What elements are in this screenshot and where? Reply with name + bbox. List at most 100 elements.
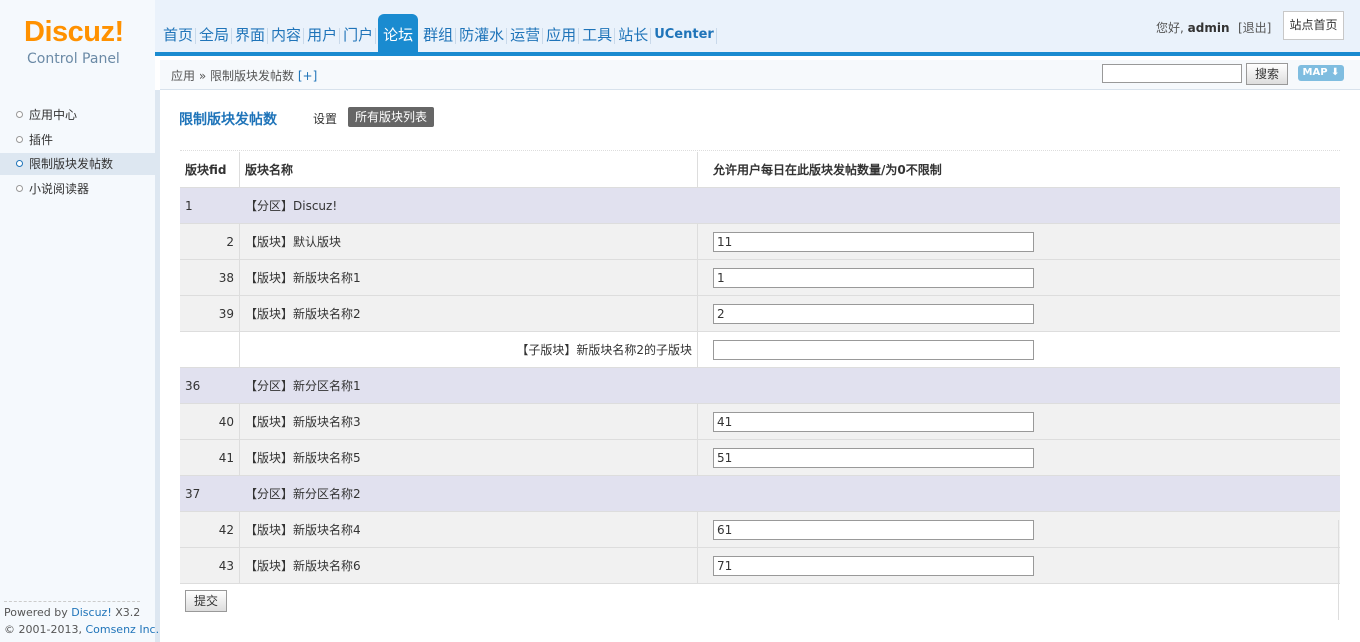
nav-operation[interactable]: 运营 bbox=[507, 14, 544, 52]
nav-home[interactable]: 首页 bbox=[160, 14, 197, 52]
cell-fid bbox=[180, 332, 240, 367]
cell-limit bbox=[698, 332, 1340, 367]
bullet-icon bbox=[16, 111, 23, 118]
cell-fid: 40 bbox=[180, 404, 240, 439]
table-header: 版块fid 版块名称 允许用户每日在此版块发帖数量/为0不限制 bbox=[180, 152, 1340, 188]
bullet-icon bbox=[16, 160, 23, 167]
table-row: 40 【版块】新版块名称3 41 bbox=[180, 404, 1340, 440]
cell-fid: 41 bbox=[180, 440, 240, 475]
nav-portal[interactable]: 门户 bbox=[340, 14, 377, 52]
cell-fid: 2 bbox=[180, 224, 240, 259]
cell-limit: 61 bbox=[698, 512, 1340, 547]
nav-ucenter[interactable]: UCenter bbox=[651, 14, 717, 52]
main-nav: 首页 全局 界面 内容 用户 门户 论坛 群组 防灌水 运营 应用 工具 站长 … bbox=[160, 14, 717, 52]
search-input[interactable] bbox=[1102, 64, 1242, 83]
cell-name: 【版块】新版块名称1 bbox=[240, 260, 698, 295]
cell-limit: 11 bbox=[698, 224, 1340, 259]
table-row-group: 1 【分区】Discuz! bbox=[180, 188, 1340, 224]
post-limit-input[interactable]: 71 bbox=[713, 556, 1034, 576]
cell-name: 【版块】默认版块 bbox=[240, 224, 698, 259]
nav-tools[interactable]: 工具 bbox=[579, 14, 616, 52]
sidebar-item-label: 应用中心 bbox=[29, 108, 78, 122]
cell-fid: 36 bbox=[185, 379, 201, 393]
cell-fid: 39 bbox=[180, 296, 240, 331]
table-row: 38 【版块】新版块名称1 1 bbox=[180, 260, 1340, 296]
copyright-text: © 2001-2013, bbox=[4, 623, 86, 636]
sidebar-footer: Powered by Discuz! X3.2 © 2001-2013, Com… bbox=[4, 604, 159, 638]
breadcrumb-separator: » bbox=[198, 69, 207, 83]
post-limit-input[interactable]: 61 bbox=[713, 520, 1034, 540]
page-title: 限制版块发帖数 bbox=[179, 112, 277, 128]
cell-name: 【版块】新版块名称6 bbox=[240, 548, 698, 583]
post-limit-input[interactable]: 41 bbox=[713, 412, 1034, 432]
cell-fid: 38 bbox=[180, 260, 240, 295]
version-text: X3.2 bbox=[111, 606, 141, 619]
post-limit-input[interactable]: 2 bbox=[713, 304, 1034, 324]
site-home-button[interactable]: 站点首页 bbox=[1283, 11, 1344, 40]
post-limit-input[interactable] bbox=[713, 340, 1034, 360]
nav-interface[interactable]: 界面 bbox=[232, 14, 269, 52]
cell-limit bbox=[698, 368, 1340, 403]
nav-apps[interactable]: 应用 bbox=[543, 14, 580, 52]
header-fid: 版块fid bbox=[180, 152, 240, 187]
post-limit-input[interactable]: 1 bbox=[713, 268, 1034, 288]
forum-limit-table: 版块fid 版块名称 允许用户每日在此版块发帖数量/为0不限制 1 【分区】Dis… bbox=[180, 152, 1340, 584]
header-limit: 允许用户每日在此版块发帖数量/为0不限制 bbox=[713, 163, 942, 177]
main-content: 限制版块发帖数 设置 所有版块列表 版块fid 版块名称 允许用户每日在此版块发… bbox=[160, 90, 1360, 642]
sidebar-item-plugins[interactable]: 插件 bbox=[0, 129, 155, 151]
logo-subtitle: Control Panel bbox=[27, 51, 120, 67]
sidebar-item-post-limit[interactable]: 限制版块发帖数 bbox=[0, 153, 155, 175]
nav-content[interactable]: 内容 bbox=[268, 14, 305, 52]
powered-by-text: Powered by bbox=[4, 606, 72, 619]
cell-name: 【版块】新版块名称5 bbox=[240, 440, 698, 475]
breadcrumb-root[interactable]: 应用 bbox=[171, 69, 195, 83]
sidebar-item-novel-reader[interactable]: 小说阅读器 bbox=[0, 178, 155, 200]
cell-fid: 1 bbox=[185, 199, 193, 213]
nav-antispam[interactable]: 防灌水 bbox=[456, 14, 508, 52]
user-greeting: 您好, admin bbox=[1156, 19, 1230, 36]
sidebar-item-app-center[interactable]: 应用中心 bbox=[0, 104, 155, 126]
table-row: 39 【版块】新版块名称2 2 bbox=[180, 296, 1340, 332]
nav-founder[interactable]: 站长 bbox=[615, 14, 652, 52]
nav-groups[interactable]: 群组 bbox=[420, 14, 457, 52]
table-row: 42 【版块】新版块名称4 61 bbox=[180, 512, 1340, 548]
table-border bbox=[1338, 520, 1339, 620]
cell-name: 【分区】Discuz! bbox=[245, 199, 338, 213]
post-limit-input[interactable]: 51 bbox=[713, 448, 1034, 468]
top-header: Discuz! Control Panel 首页 全局 界面 内容 用户 门户 … bbox=[0, 0, 1360, 90]
discuz-link[interactable]: Discuz! bbox=[71, 606, 111, 619]
table-row: 41 【版块】新版块名称5 51 bbox=[180, 440, 1340, 476]
sub-bar: 应用 » 限制版块发帖数 [+] 搜索 MAP ⬇ bbox=[160, 60, 1360, 90]
table-row-group: 36 【分区】新分区名称1 bbox=[180, 368, 1340, 404]
sidebar-divider bbox=[4, 601, 140, 602]
breadcrumb: 应用 » 限制版块发帖数 [+] bbox=[171, 67, 317, 84]
cell-fid: 42 bbox=[180, 512, 240, 547]
cell-limit: 51 bbox=[698, 440, 1340, 475]
nav-users[interactable]: 用户 bbox=[304, 14, 341, 52]
logout-link[interactable]: [退出] bbox=[1238, 19, 1271, 36]
cell-name: 【子版块】新版块名称2的子版块 bbox=[240, 332, 698, 367]
post-limit-input[interactable]: 11 bbox=[713, 232, 1034, 252]
cell-name: 【分区】新分区名称1 bbox=[245, 379, 361, 393]
cell-limit: 71 bbox=[698, 548, 1340, 583]
cell-limit: 2 bbox=[698, 296, 1340, 331]
map-button[interactable]: MAP ⬇ bbox=[1298, 65, 1344, 81]
sidebar-item-label: 插件 bbox=[29, 133, 54, 147]
bullet-icon bbox=[16, 136, 23, 143]
sidebar: 应用中心 插件 限制版块发帖数 小说阅读器 bbox=[0, 90, 160, 642]
tab-settings[interactable]: 设置 bbox=[313, 110, 337, 127]
add-shortcut-link[interactable]: [+] bbox=[298, 69, 317, 83]
cell-limit: 41 bbox=[698, 404, 1340, 439]
tab-all-forums[interactable]: 所有版块列表 bbox=[348, 107, 435, 127]
cell-limit bbox=[698, 188, 1340, 223]
nav-forum[interactable]: 论坛 bbox=[378, 14, 419, 52]
table-row: 2 【版块】默认版块 11 bbox=[180, 224, 1340, 260]
logo[interactable]: Discuz! Control Panel bbox=[0, 0, 155, 90]
comsenz-link[interactable]: Comsenz Inc. bbox=[85, 623, 159, 636]
cell-name: 【分区】新分区名称2 bbox=[245, 487, 361, 501]
header-name: 版块名称 bbox=[240, 152, 698, 187]
table-row: 【子版块】新版块名称2的子版块 bbox=[180, 332, 1340, 368]
search-button[interactable]: 搜索 bbox=[1246, 63, 1288, 85]
submit-button[interactable]: 提交 bbox=[185, 590, 227, 612]
nav-global[interactable]: 全局 bbox=[196, 14, 233, 52]
